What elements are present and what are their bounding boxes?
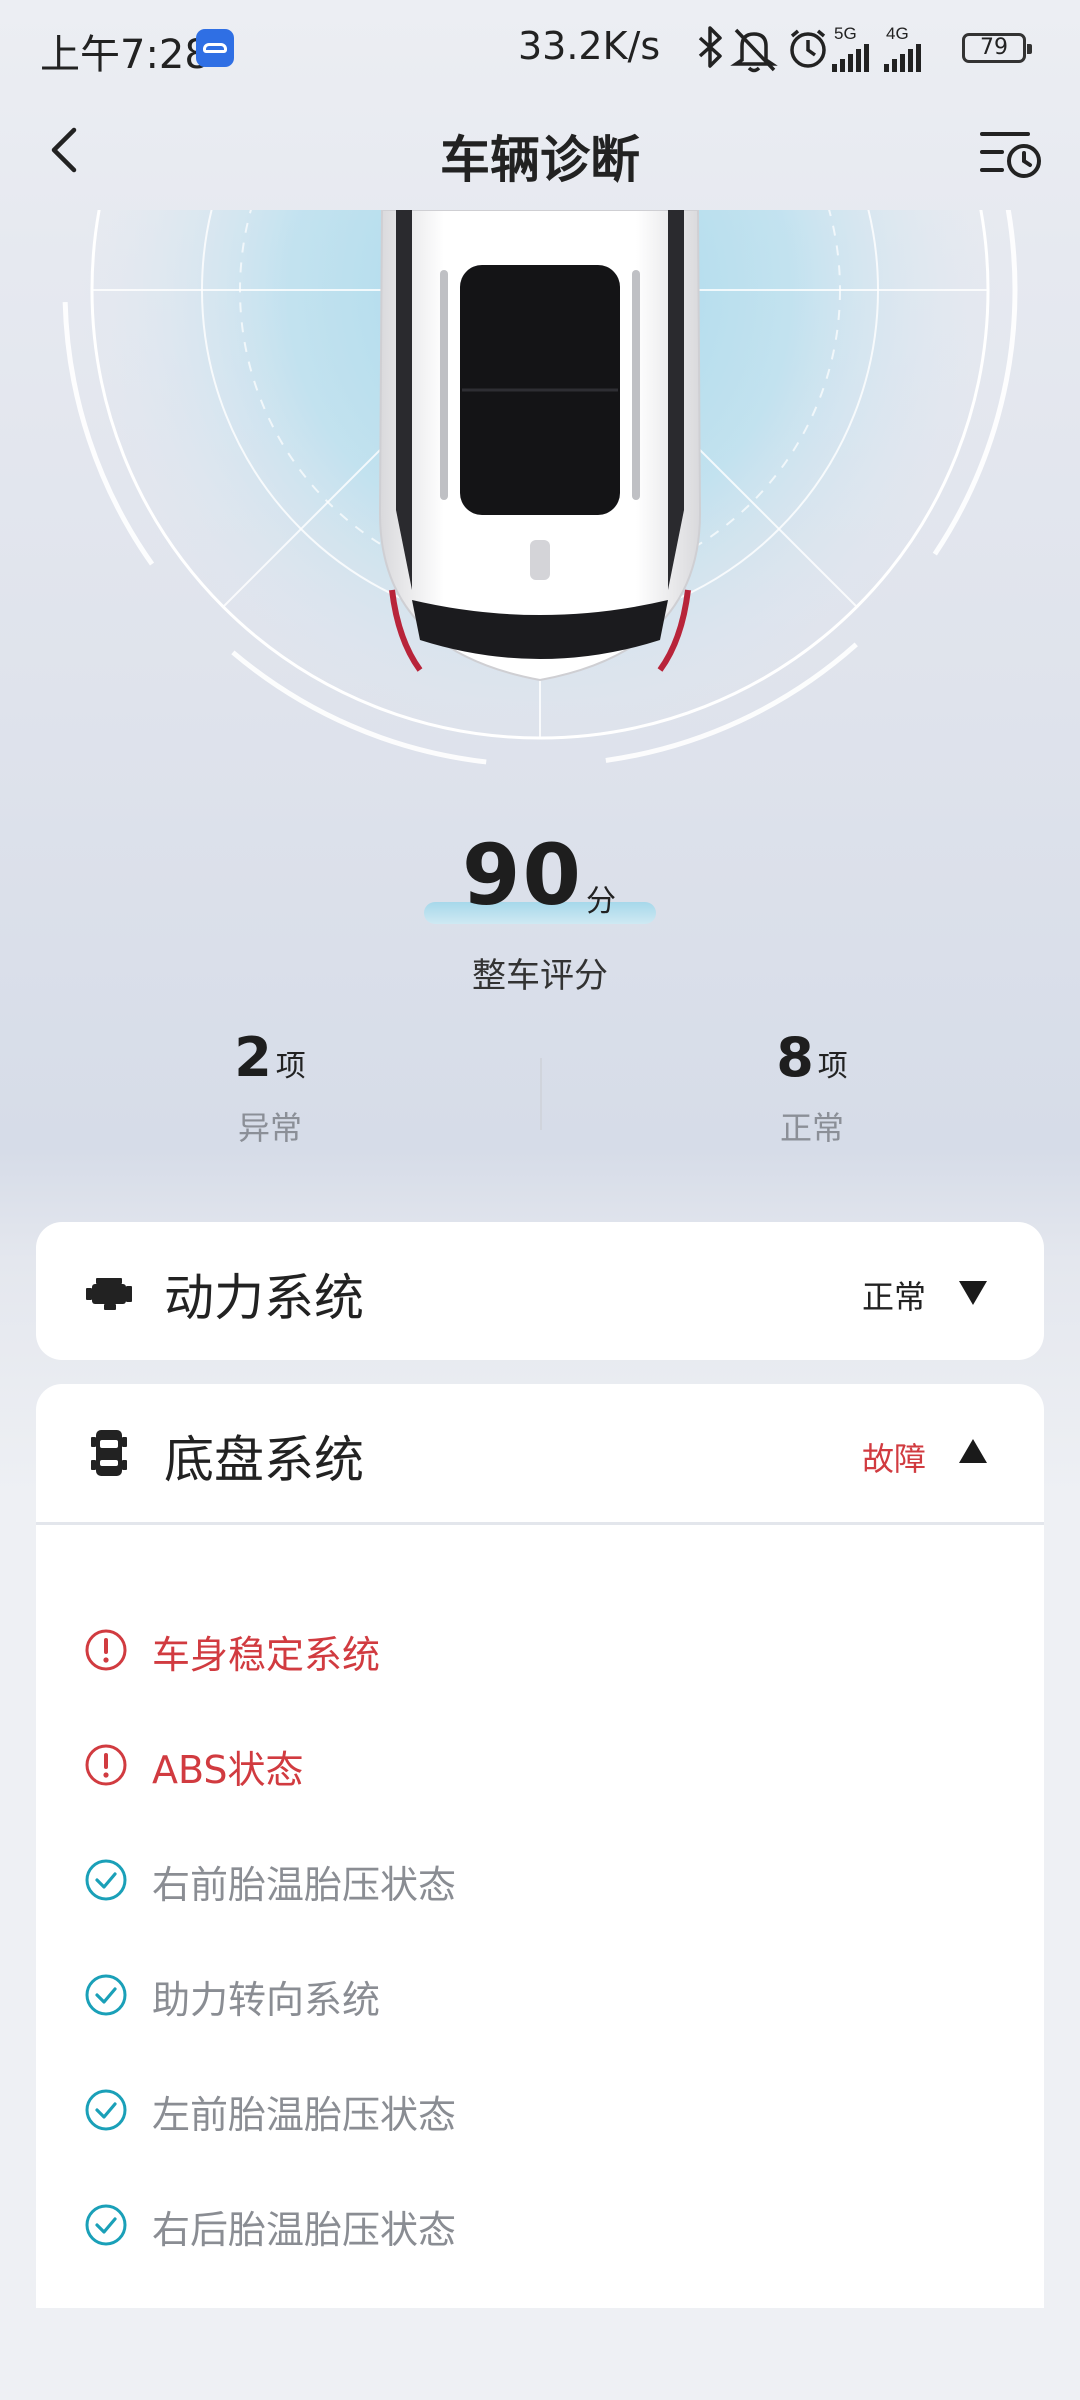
car-app-notification-icon — [196, 29, 234, 67]
item-label: 右后胎温胎压状态 — [152, 2208, 457, 2252]
header: 车辆诊断 — [0, 96, 1080, 210]
normal-label: 正常 — [779, 1109, 844, 1147]
check-circle-icon — [85, 1859, 127, 1901]
diagnostic-item[interactable]: 右前胎温胎压状态 — [84, 1850, 784, 1910]
diagnostic-item[interactable]: 右后胎温胎压状态 — [84, 2195, 784, 2255]
page-title: 车辆诊断 — [440, 131, 640, 189]
network-speed: 33.2K/s — [518, 24, 661, 68]
abnormal-count: 2 — [234, 1026, 272, 1089]
chevron-down-icon[interactable] — [958, 1277, 988, 1307]
check-circle-icon — [85, 1974, 127, 2016]
signal-5g-icon — [832, 44, 869, 72]
car-radar-illustration — [62, 210, 1018, 768]
stats-divider — [540, 1058, 542, 1130]
item-label: 右前胎温胎压状态 — [152, 1863, 457, 1907]
check-circle-icon — [85, 2089, 127, 2131]
chevron-up-icon[interactable] — [958, 1437, 988, 1467]
score-value: 90 — [462, 826, 583, 924]
network-4g-label: 4G — [886, 24, 909, 43]
system-name: 动力系统 — [164, 1269, 364, 1327]
system-name: 底盘系统 — [164, 1431, 364, 1489]
network-5g-label: 5G — [834, 24, 857, 43]
normal-unit: 项 — [817, 1049, 848, 1084]
list-clock-icon — [980, 132, 1041, 178]
mute-icon — [730, 28, 778, 73]
check-circle-icon — [85, 2204, 127, 2246]
signal-4g-icon — [884, 44, 921, 72]
abnormal-unit: 项 — [275, 1049, 306, 1084]
system-status: 正常 — [861, 1278, 926, 1316]
system-card-power[interactable]: 动力系统 正常 — [36, 1222, 1044, 1360]
score-unit: 分 — [586, 884, 616, 919]
engine-icon — [86, 1278, 132, 1310]
status-bar: 上午7:28 33.2K/s 5G 4G 79 — [0, 0, 1080, 96]
system-card-chassis[interactable]: 底盘系统 故障 车身稳定系统 ABS状态 右前胎温胎压状态 助力转向系统 左前胎… — [36, 1384, 1044, 2308]
stat-normal[interactable]: 8项 正常 — [662, 1026, 962, 1149]
bluetooth-icon — [698, 26, 722, 68]
alarm-icon — [790, 29, 826, 68]
system-status: 故障 — [861, 1440, 926, 1478]
item-label: 车身稳定系统 — [152, 1633, 381, 1677]
status-icons: 5G 4G — [698, 24, 921, 73]
chassis-icon — [91, 1430, 127, 1476]
stat-abnormal[interactable]: 2项 异常 — [120, 1026, 420, 1149]
item-label: 助力转向系统 — [152, 1978, 381, 2022]
normal-count: 8 — [776, 1026, 814, 1089]
diagnostic-item[interactable]: 左前胎温胎压状态 — [84, 2080, 784, 2140]
abnormal-label: 异常 — [237, 1109, 302, 1147]
card-divider — [36, 1522, 1044, 1525]
diagnostic-item[interactable]: 助力转向系统 — [84, 1965, 784, 2025]
car-top-view — [378, 210, 702, 682]
history-button[interactable] — [976, 120, 1046, 184]
item-label: 左前胎温胎压状态 — [152, 2093, 457, 2137]
score-label: 整车评分 — [472, 956, 608, 996]
battery-icon: 79 — [962, 33, 1032, 63]
error-icon — [85, 1629, 127, 1671]
diagnostic-item[interactable]: 车身稳定系统 — [84, 1620, 784, 1680]
error-icon — [85, 1744, 127, 1786]
diagnostic-item[interactable]: ABS状态 — [84, 1735, 784, 1795]
item-label: ABS状态 — [152, 1748, 304, 1792]
status-time: 上午7:28 — [40, 32, 210, 78]
overall-score: 90 分 — [0, 826, 1080, 924]
